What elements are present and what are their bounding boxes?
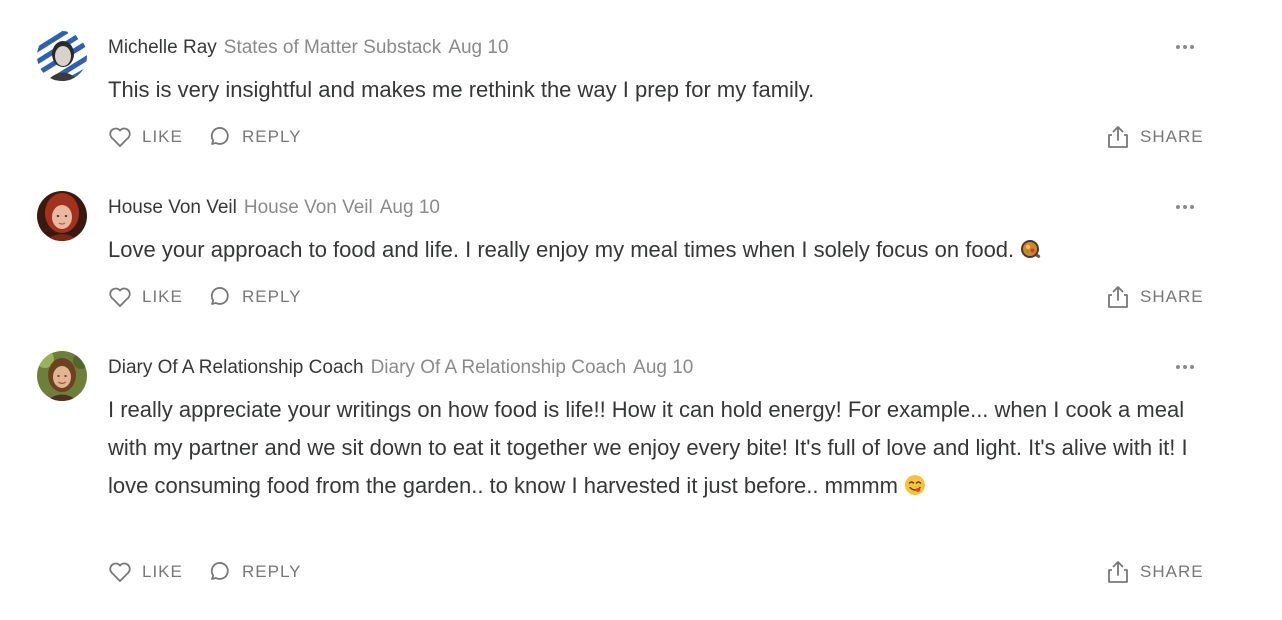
reply-button[interactable]: REPLY bbox=[206, 557, 301, 587]
comment-date[interactable]: Aug 10 bbox=[448, 37, 508, 58]
avatar[interactable] bbox=[37, 191, 87, 241]
dot-icon bbox=[1190, 365, 1194, 369]
publication-name[interactable]: Diary Of A Relationship Coach bbox=[371, 357, 627, 378]
like-button[interactable]: LIKE bbox=[107, 282, 183, 312]
avatar[interactable] bbox=[37, 351, 87, 401]
dot-icon bbox=[1176, 205, 1180, 209]
comment-meta: Diary Of A Relationship Coach Diary Of A … bbox=[108, 354, 693, 382]
share-label: SHARE bbox=[1140, 562, 1204, 581]
comment-body: I really appreciate your writings on how… bbox=[108, 397, 1188, 498]
author-name[interactable]: House Von Veil bbox=[108, 197, 237, 218]
share-icon bbox=[1108, 286, 1128, 308]
dot-icon bbox=[1183, 45, 1187, 49]
share-button[interactable]: SHARE bbox=[1105, 122, 1205, 152]
pan-food-emoji bbox=[1021, 240, 1041, 258]
dot-icon bbox=[1176, 365, 1180, 369]
share-icon bbox=[1108, 126, 1128, 148]
publication-name[interactable]: House Von Veil bbox=[244, 197, 373, 218]
more-options-button[interactable] bbox=[1170, 37, 1202, 57]
like-label: LIKE bbox=[142, 287, 183, 306]
publication-name[interactable]: States of Matter Substack bbox=[224, 37, 442, 58]
comment-actions: LIKE REPLY SHARE bbox=[0, 122, 1282, 152]
comment-actions: LIKE REPLY SHARE bbox=[0, 557, 1282, 587]
speech-bubble-icon bbox=[210, 562, 229, 580]
comment-body: This is very insightful and makes me ret… bbox=[108, 77, 815, 102]
author-name[interactable]: Diary Of A Relationship Coach bbox=[108, 357, 364, 378]
comment-date[interactable]: Aug 10 bbox=[633, 357, 693, 378]
comment-actions: LIKE REPLY SHARE bbox=[0, 282, 1282, 312]
heart-icon bbox=[109, 562, 131, 582]
avatar-image bbox=[37, 31, 87, 81]
dot-icon bbox=[1183, 205, 1187, 209]
like-label: LIKE bbox=[142, 127, 183, 146]
speech-bubble-icon bbox=[210, 127, 229, 145]
more-options-button[interactable] bbox=[1170, 197, 1202, 217]
avatar[interactable] bbox=[37, 31, 87, 81]
share-label: SHARE bbox=[1140, 127, 1204, 146]
reply-label: REPLY bbox=[242, 562, 302, 581]
dot-icon bbox=[1176, 45, 1180, 49]
comment-meta: Michelle Ray States of Matter Substack Aug… bbox=[108, 34, 509, 62]
comment-body: Love your approach to food and life. I r… bbox=[108, 237, 1015, 262]
avatar-image bbox=[37, 351, 87, 401]
reply-button[interactable]: REPLY bbox=[206, 122, 301, 152]
heart-icon bbox=[109, 127, 131, 147]
avatar-image bbox=[37, 191, 87, 241]
comment-text: I really appreciate your writings on how… bbox=[108, 391, 1193, 505]
share-icon bbox=[1108, 561, 1128, 583]
like-button[interactable]: LIKE bbox=[107, 122, 183, 152]
share-label: SHARE bbox=[1140, 287, 1204, 306]
author-name[interactable]: Michelle Ray bbox=[108, 37, 217, 58]
comment-meta: House Von Veil House Von Veil Aug 10 bbox=[108, 194, 440, 222]
more-options-button[interactable] bbox=[1170, 357, 1202, 377]
comment-text: Love your approach to food and life. I r… bbox=[108, 231, 1193, 269]
like-label: LIKE bbox=[142, 562, 183, 581]
reply-label: REPLY bbox=[242, 287, 302, 306]
reply-label: REPLY bbox=[242, 127, 302, 146]
heart-icon bbox=[109, 287, 131, 307]
dot-icon bbox=[1190, 45, 1194, 49]
reply-button[interactable]: REPLY bbox=[206, 282, 301, 312]
share-button[interactable]: SHARE bbox=[1105, 282, 1205, 312]
speech-bubble-icon bbox=[210, 287, 229, 305]
dot-icon bbox=[1183, 365, 1187, 369]
share-button[interactable]: SHARE bbox=[1105, 557, 1205, 587]
comment-text: This is very insightful and makes me ret… bbox=[108, 71, 1193, 109]
dot-icon bbox=[1190, 205, 1194, 209]
yum-face-emoji bbox=[905, 475, 926, 495]
like-button[interactable]: LIKE bbox=[107, 557, 183, 587]
comment-date[interactable]: Aug 10 bbox=[380, 197, 440, 218]
